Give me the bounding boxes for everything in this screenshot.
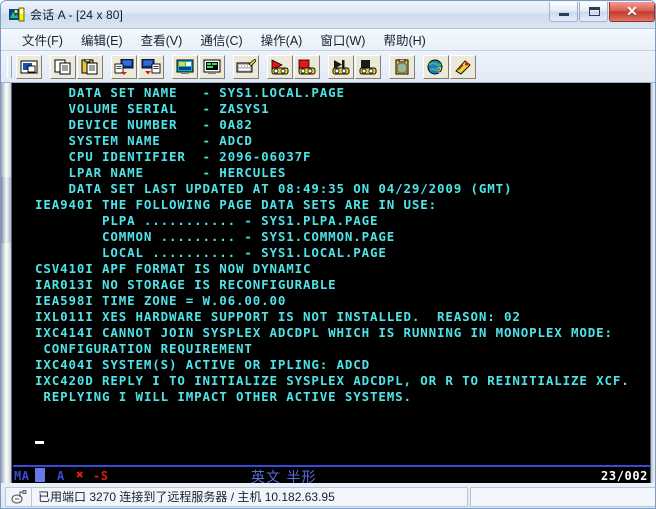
terminal-line: IEA940I THE FOLLOWING PAGE DATA SETS ARE… [35, 197, 438, 212]
maximize-button[interactable] [579, 2, 608, 22]
clipboard-icon[interactable] [389, 54, 415, 79]
display-settings-icon[interactable] [172, 54, 198, 79]
terminal-line: PLPA ........... - SYS1.PLPA.PAGE [35, 213, 379, 228]
status-bar: 已用端口 3270 连接到了远程服务器 / 主机 10.182.63.95 [1, 483, 655, 508]
terminal-line: DATA SET LAST UPDATED AT 08:49:35 ON 04/… [35, 181, 513, 196]
vertical-scrollbar[interactable] [1, 83, 12, 483]
terminal-line: CSV410I APF FORMAT IS NOW DYNAMIC [35, 261, 312, 276]
terminal-line: CPU IDENTIFIER - 2096-06037F [35, 149, 312, 164]
terminal-line: CONFIGURATION REQUIREMENT [35, 341, 253, 356]
receive-file-icon[interactable] [138, 54, 164, 79]
copy-icon[interactable] [50, 54, 76, 79]
terminal-line: VOLUME SERIAL - ZASYS1 [35, 101, 270, 116]
menu-view[interactable]: 查看(V) [132, 28, 192, 52]
stop-macro-icon[interactable] [294, 54, 320, 79]
terminal-area: DATA SET NAME - SYS1.LOCAL.PAGE VOLUME S… [1, 83, 655, 486]
toolbar-separator [165, 55, 172, 79]
toolbar-separator [321, 55, 328, 79]
minimize-icon [559, 13, 569, 16]
terminal-line: LOCAL .......... - SYS1.LOCAL.PAGE [35, 245, 387, 260]
close-button[interactable]: ✕ [609, 2, 655, 22]
toolbar-separator [43, 55, 50, 79]
title-bar: 会话 A - [24 x 80] ✕ [1, 1, 655, 29]
window-title: 会话 A - [24 x 80] [30, 8, 123, 22]
terminal-screen[interactable]: DATA SET NAME - SYS1.LOCAL.PAGE VOLUME S… [13, 83, 650, 483]
terminal-right-border [650, 83, 655, 483]
toolbar-separator [226, 55, 233, 79]
terminal-line: SYSTEM NAME - ADCD [35, 133, 253, 148]
minimize-button[interactable] [549, 2, 578, 22]
connection-icon [5, 486, 31, 507]
terminal-line: DEVICE NUMBER - 0A82 [35, 117, 253, 132]
terminal-emulator-window: 会话 A - [24 x 80] ✕ 文件(F) 编辑(E) 查看(V) 通信(… [0, 0, 656, 509]
macro-stop2-icon[interactable] [355, 54, 381, 79]
toolbar-separator [382, 55, 389, 79]
oia-connection-indicator: MA [14, 469, 30, 483]
print-screen-icon[interactable] [16, 54, 42, 79]
toolbar: ? [1, 51, 655, 83]
paste-icon[interactable] [77, 54, 103, 79]
svg-text:?: ? [437, 66, 442, 75]
text-cursor [35, 441, 44, 444]
internet-icon[interactable]: ? [423, 54, 449, 79]
oia-system-wait: -S [93, 469, 109, 483]
toolbar-separator [260, 55, 267, 79]
terminal-line: LPAR NAME - HERCULES [35, 165, 287, 180]
menu-edit[interactable]: 编辑(E) [72, 28, 132, 52]
oia-session-letter: A [57, 469, 65, 483]
status-bar-filler [470, 486, 655, 507]
keyboard-remap-icon[interactable] [233, 54, 259, 79]
scrollbar-thumb[interactable] [1, 177, 11, 243]
menu-bar: 文件(F) 编辑(E) 查看(V) 通信(C) 操作(A) 窗口(W) 帮助(H… [1, 28, 655, 52]
color-settings-icon[interactable] [199, 54, 225, 79]
window-controls: ✕ [549, 2, 655, 22]
oia-cursor-block [35, 468, 45, 482]
terminal-line: IXL011I XES HARDWARE SUPPORT IS NOT INST… [35, 309, 521, 324]
terminal-line: IEA598I TIME ZONE = W.06.00.00 [35, 293, 287, 308]
terminal-line: DATA SET NAME - SYS1.LOCAL.PAGE [35, 85, 345, 100]
oia-input-inhibited-icon: ✖ [76, 468, 84, 483]
terminal-line: IXC414I CANNOT JOIN SYSPLEX ADCDPL WHICH… [35, 325, 613, 340]
record-macro-icon[interactable] [267, 54, 293, 79]
terminal-line: IAR013I NO STORAGE IS RECONFIGURABLE [35, 277, 337, 292]
menu-actions[interactable]: 操作(A) [252, 28, 312, 52]
toolbar-separator [104, 55, 111, 79]
support-icon[interactable] [450, 54, 476, 79]
terminal-line: COMMON ......... - SYS1.COMMON.PAGE [35, 229, 396, 244]
close-icon: ✕ [626, 3, 638, 19]
status-message: 已用端口 3270 连接到了远程服务器 / 主机 10.182.63.95 [31, 486, 468, 507]
operator-information-area: MA A ✖ -S 英文 半形 23/002 [13, 465, 650, 486]
toolbar-separator [416, 55, 423, 79]
menu-communication[interactable]: 通信(C) [191, 28, 251, 52]
play-macro-icon[interactable] [328, 54, 354, 79]
toolbar-grip[interactable] [7, 55, 12, 78]
terminal-line: REPLYING I WILL IMPACT OTHER ACTIVE SYST… [35, 389, 412, 404]
menu-window[interactable]: 窗口(W) [311, 28, 374, 52]
terminal-line: IXC404I SYSTEM(S) ACTIVE OR IPLING: ADCD [35, 357, 371, 372]
menu-help[interactable]: 帮助(H) [374, 28, 434, 52]
terminal-line: IXC420D REPLY I TO INITIALIZE SYSPLEX AD… [35, 373, 630, 388]
menu-file[interactable]: 文件(F) [13, 28, 72, 52]
session-icon [9, 7, 25, 23]
oia-cursor-position: 23/002 [601, 469, 648, 483]
send-file-icon[interactable] [111, 54, 137, 79]
